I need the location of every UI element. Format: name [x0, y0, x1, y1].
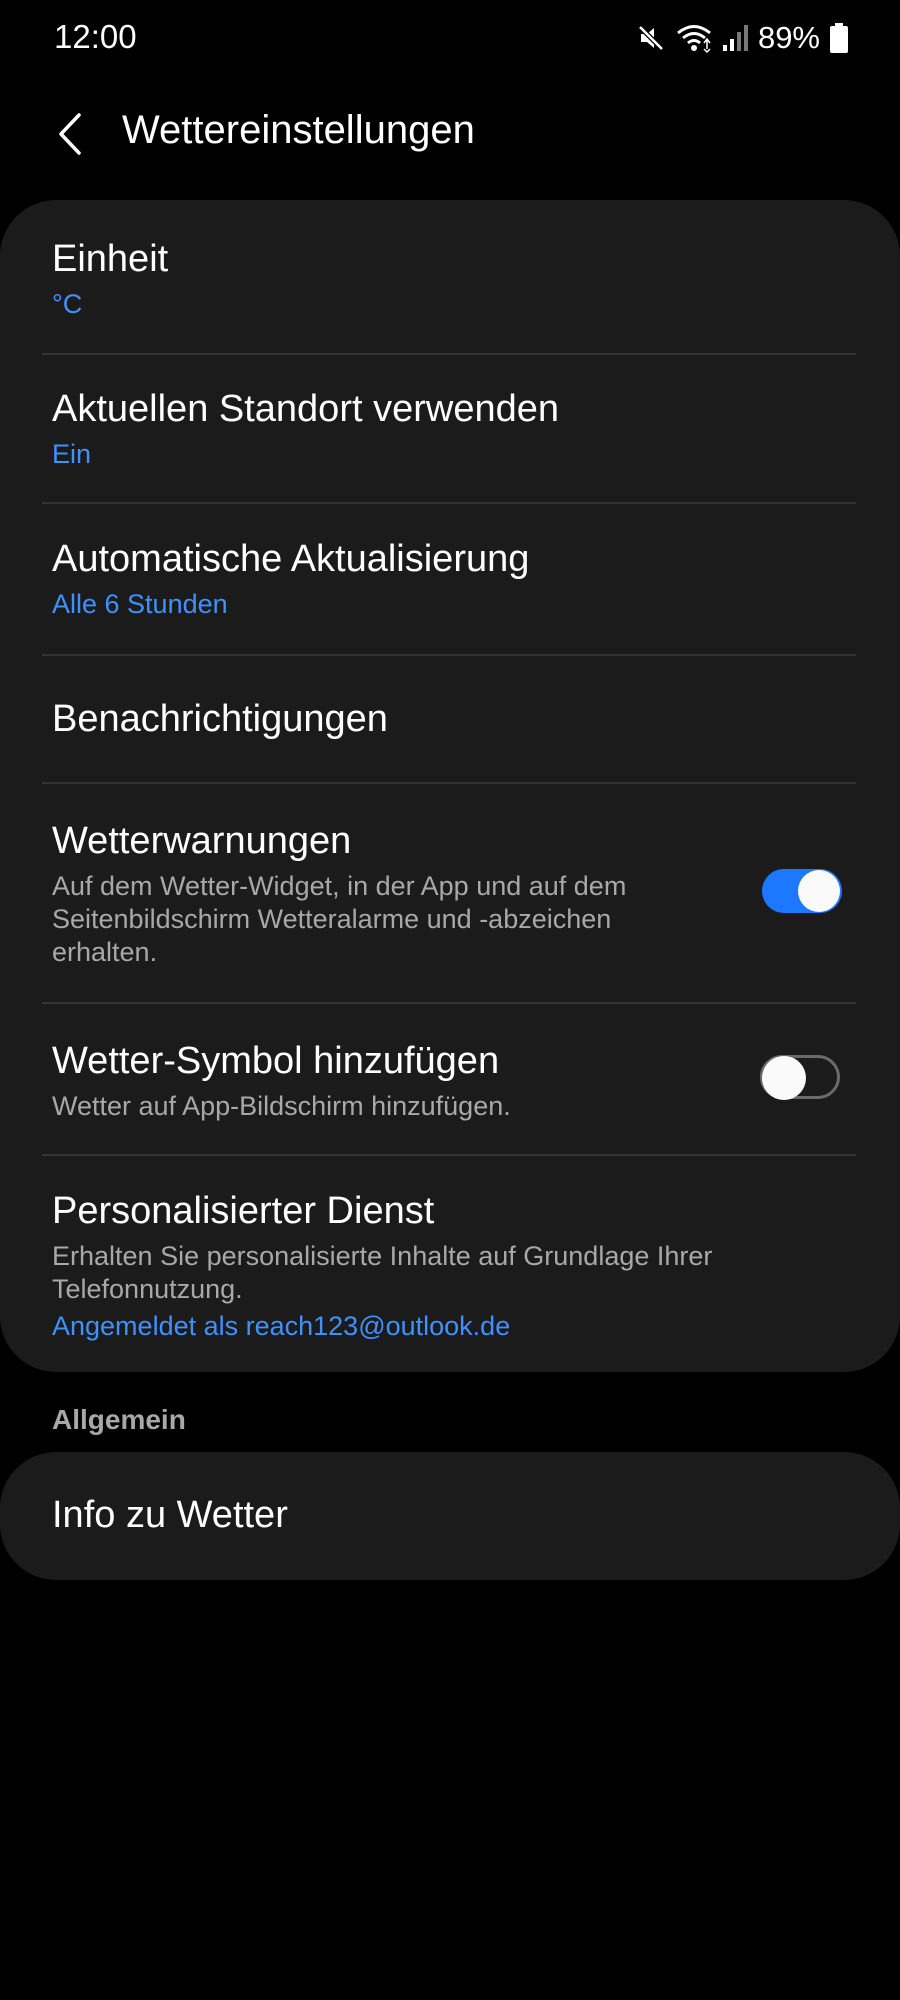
- divider: [42, 654, 856, 656]
- setting-weather-icon-title: Wetter-Symbol hinzufügen: [52, 1040, 500, 1082]
- status-time: 12:00: [54, 18, 137, 55]
- general-card: Info zu Wetter: [0, 1452, 900, 1580]
- page-title: Wettereinstellungen: [122, 108, 475, 152]
- divider: [42, 1154, 856, 1156]
- wifi-icon: [676, 23, 712, 53]
- divider: [42, 1002, 856, 1004]
- setting-personalized-service[interactable]: Personalisierter Dienst Erhalten Sie per…: [52, 1188, 848, 1344]
- back-button[interactable]: [40, 96, 100, 176]
- setting-weather-warnings-description: Auf dem Wetter-Widget, in der App und au…: [52, 870, 750, 969]
- setting-unit-title: Einheit: [52, 238, 169, 280]
- toggle-knob: [762, 1056, 806, 1100]
- setting-unit[interactable]: Einheit °C: [52, 236, 848, 322]
- account-label: Angemeldet als reach123@outlook.de: [52, 1311, 511, 1341]
- description-line: erhalten.: [52, 937, 158, 967]
- setting-location-value: Ein: [52, 439, 92, 469]
- description-line: Erhalten Sie personalisierte Inhalte auf…: [52, 1241, 713, 1271]
- toggle-knob: [798, 870, 840, 912]
- signal-icon: [722, 23, 748, 53]
- app-bar: Wettereinstellungen: [0, 80, 900, 190]
- setting-weather-icon[interactable]: Wetter-Symbol hinzufügen Wetter auf App-…: [52, 1038, 750, 1123]
- setting-weather-warnings[interactable]: Wetterwarnungen Auf dem Wetter-Widget, i…: [52, 818, 750, 969]
- battery-icon: [830, 23, 848, 53]
- setting-notifications[interactable]: Benachrichtigungen: [52, 696, 848, 742]
- description-line: Auf dem Wetter-Widget, in der App und au…: [52, 871, 627, 901]
- setting-about-weather-title: Info zu Wetter: [52, 1494, 288, 1536]
- setting-about-weather[interactable]: Info zu Wetter: [52, 1492, 848, 1538]
- setting-personalized-service-title: Personalisierter Dienst: [52, 1190, 435, 1232]
- setting-auto-update[interactable]: Automatische Aktualisierung Alle 6 Stund…: [52, 536, 848, 622]
- setting-location-title: Aktuellen Standort verwenden: [52, 388, 559, 430]
- mute-icon: [636, 23, 666, 53]
- setting-notifications-title: Benachrichtigungen: [52, 698, 388, 740]
- description-line: Seitenbildschirm Wetteralarme und -abzei…: [52, 904, 612, 934]
- divider: [42, 502, 856, 504]
- weather-warnings-toggle[interactable]: [762, 869, 842, 913]
- setting-auto-update-title: Automatische Aktualisierung: [52, 538, 530, 580]
- status-icons: 89%: [636, 16, 848, 60]
- setting-personalized-service-description: Erhalten Sie personalisierte Inhalte auf…: [52, 1240, 848, 1306]
- divider: [42, 353, 856, 355]
- setting-auto-update-value: Alle 6 Stunden: [52, 589, 228, 619]
- settings-card: Einheit °C Aktuellen Standort verwenden …: [0, 200, 900, 1372]
- setting-location[interactable]: Aktuellen Standort verwenden Ein: [52, 386, 848, 472]
- weather-icon-toggle[interactable]: [760, 1055, 840, 1100]
- setting-weather-icon-description: Wetter auf App-Bildschirm hinzufügen.: [52, 1091, 511, 1121]
- section-label-general: Allgemein: [52, 1404, 186, 1435]
- divider: [42, 782, 856, 784]
- setting-unit-value: °C: [52, 289, 83, 319]
- setting-weather-warnings-title: Wetterwarnungen: [52, 820, 352, 862]
- status-bar: 12:00 89%: [0, 0, 900, 78]
- battery-percent: 89%: [757, 20, 820, 55]
- description-line: Telefonnutzung.: [52, 1274, 243, 1304]
- chevron-left-icon: [55, 111, 85, 162]
